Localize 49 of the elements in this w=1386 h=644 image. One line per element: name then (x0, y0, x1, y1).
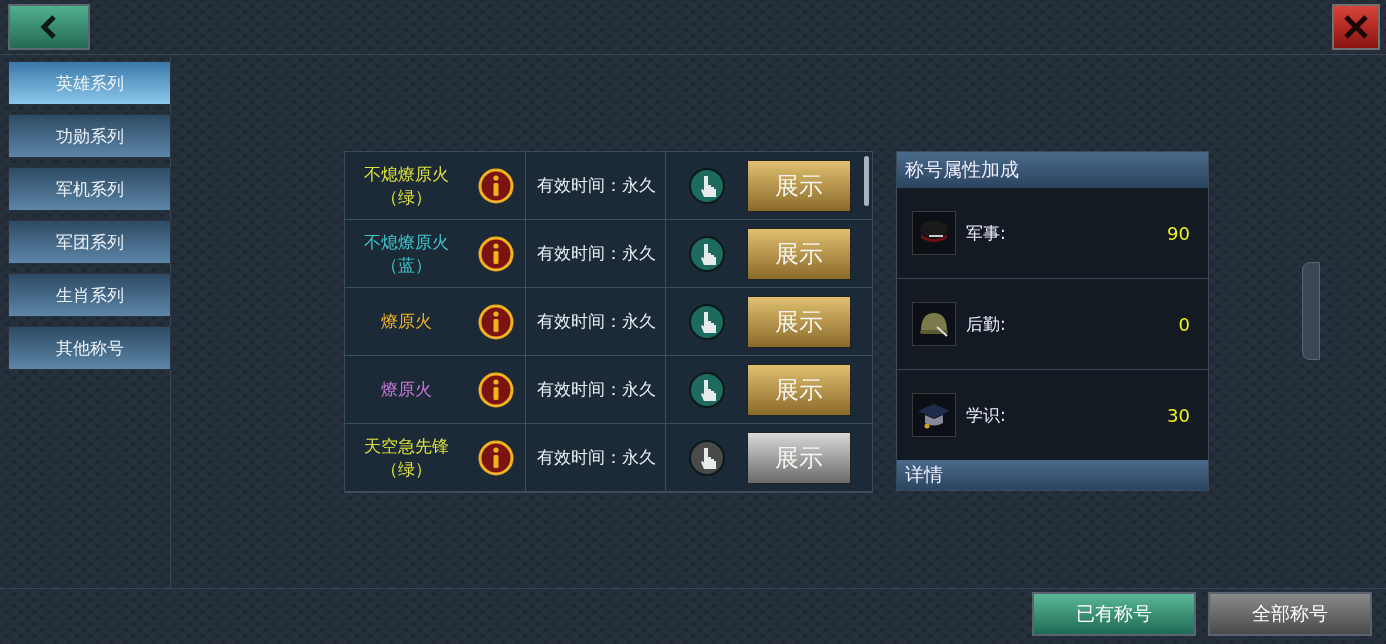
pointer-hand-icon[interactable] (688, 302, 726, 341)
stat-label: 后勤: (966, 312, 1007, 336)
category-tab[interactable]: 军团系列 (8, 220, 171, 264)
info-icon[interactable] (477, 302, 515, 341)
cap-icon (912, 211, 956, 255)
info-icon[interactable] (477, 234, 515, 273)
helmet-icon (912, 302, 956, 346)
filter-tab[interactable]: 已有称号 (1032, 592, 1196, 636)
category-tab[interactable]: 其他称号 (8, 326, 171, 370)
details-title: 详情 (897, 460, 1208, 490)
panel-title: 称号属性加成 (897, 152, 1208, 188)
category-tab[interactable]: 军机系列 (8, 167, 171, 211)
show-button[interactable]: 展示 (747, 363, 851, 416)
close-icon (1342, 13, 1370, 41)
stat-value: 0 (1178, 313, 1190, 335)
pointer-hand-icon[interactable] (688, 438, 726, 477)
stat-label: 军事: (966, 221, 1007, 245)
filter-tab[interactable]: 全部称号 (1208, 592, 1372, 636)
show-button[interactable]: 展示 (747, 431, 851, 484)
show-button[interactable]: 展示 (747, 295, 851, 348)
pointer-hand-icon[interactable] (688, 370, 726, 409)
info-icon[interactable] (477, 166, 515, 205)
category-tab[interactable]: 功勋系列 (8, 114, 171, 158)
show-button[interactable]: 展示 (747, 159, 851, 212)
title-name: 燎原火 (379, 310, 433, 333)
validity-text: 有效时间：永久 (526, 220, 666, 287)
title-name: 燎原火 (379, 378, 433, 401)
stat-label: 学识: (966, 403, 1007, 427)
close-button[interactable] (1332, 4, 1380, 50)
category-tab[interactable]: 英雄系列 (8, 61, 171, 105)
side-handle[interactable] (1302, 262, 1320, 360)
back-button[interactable] (8, 4, 90, 50)
title-name: 不熄燎原火 （蓝） (362, 230, 450, 277)
mortarboard-icon (912, 393, 956, 437)
back-icon (39, 14, 59, 40)
validity-text: 有效时间：永久 (526, 152, 666, 219)
validity-text: 有效时间：永久 (526, 356, 666, 423)
stat-value: 90 (1167, 222, 1190, 244)
info-icon[interactable] (477, 370, 515, 409)
validity-text: 有效时间：永久 (526, 288, 666, 355)
validity-text: 有效时间：永久 (526, 424, 666, 491)
info-icon[interactable] (477, 438, 515, 477)
title-name: 天空急先锋 （绿） (362, 434, 450, 481)
pointer-hand-icon[interactable] (688, 234, 726, 273)
title-name: 不熄燎原火 （绿） (362, 162, 450, 209)
category-tab[interactable]: 生肖系列 (8, 273, 171, 317)
show-button[interactable]: 展示 (747, 227, 851, 280)
stat-value: 30 (1167, 404, 1190, 426)
pointer-hand-icon[interactable] (688, 166, 726, 205)
